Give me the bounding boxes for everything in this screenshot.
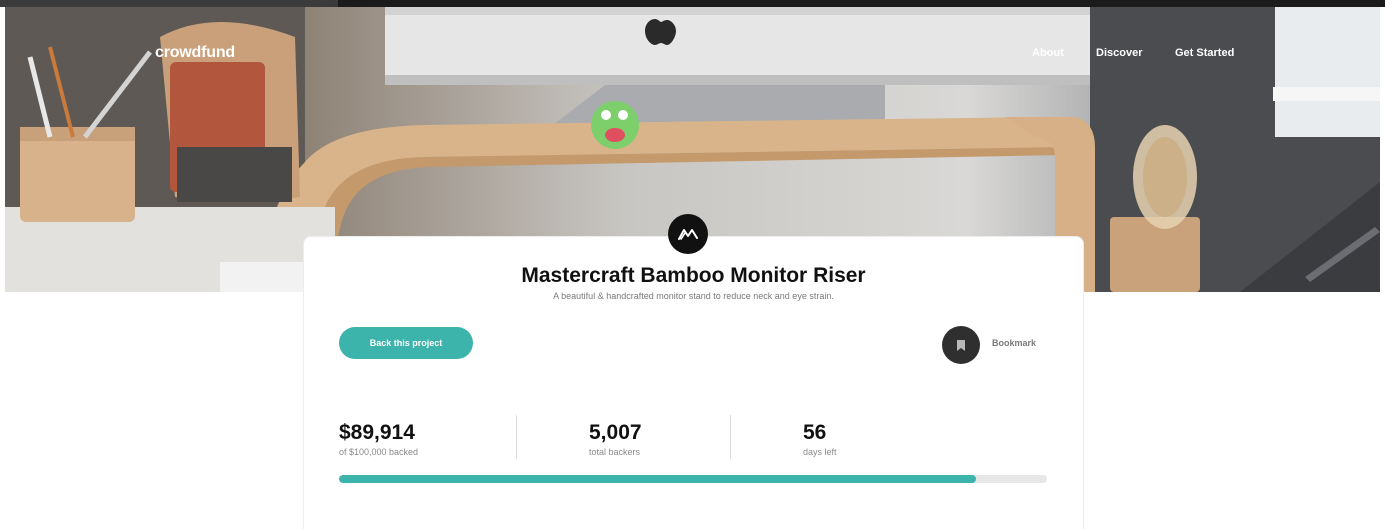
bookmark-label[interactable]: Bookmark: [992, 338, 1036, 348]
site-logo[interactable]: crowdfund: [155, 44, 235, 62]
back-this-project-button[interactable]: Back this project: [339, 327, 473, 359]
funding-progress-fill: [339, 475, 976, 483]
top-strip-accent: [0, 0, 338, 7]
stat-divider: [730, 415, 731, 459]
bookmark-button[interactable]: [942, 326, 980, 364]
top-strip: [0, 0, 1385, 7]
bookmark-icon: [957, 339, 965, 351]
mastercraft-logo-glyph: [678, 229, 698, 240]
funding-progress-bar: [339, 475, 1047, 483]
stat-backers: 5,007: [589, 421, 642, 444]
nav-about[interactable]: About: [1032, 47, 1064, 59]
project-subtitle: A beautiful & handcrafted monitor stand …: [553, 291, 834, 301]
stat-days-label: days left: [803, 447, 837, 457]
stat-backed-amount: $89,914: [339, 421, 415, 444]
stat-backed-label: of $100,000 backed: [339, 447, 419, 457]
stat-days: 56: [803, 421, 827, 444]
stat-divider: [516, 415, 517, 459]
mastercraft-logo-icon: [668, 214, 708, 254]
nav-discover[interactable]: Discover: [1096, 47, 1142, 59]
nav-get-started[interactable]: Get Started: [1175, 47, 1234, 59]
stat-backers-label: total backers: [589, 447, 641, 457]
project-title: Mastercraft Bamboo Monitor Riser: [521, 264, 866, 287]
